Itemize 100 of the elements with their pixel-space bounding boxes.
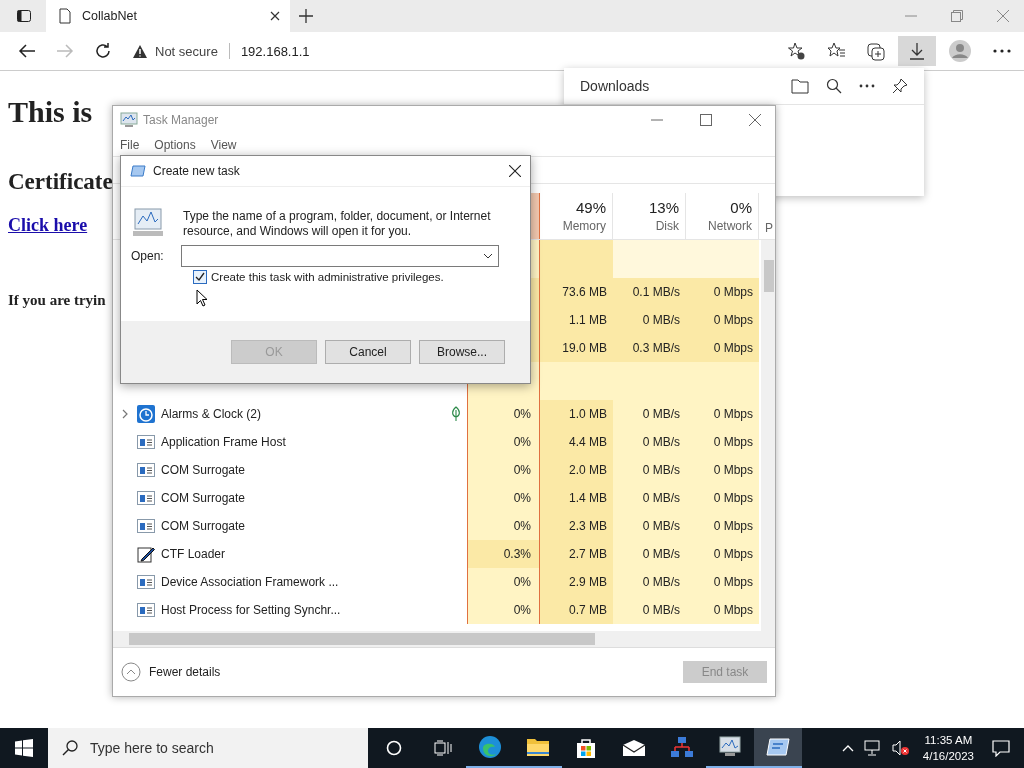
expand-chevron-icon[interactable]: [121, 409, 129, 419]
process-name: Application Frame Host: [161, 435, 287, 449]
process-name: Alarms & Clock (2): [161, 407, 262, 421]
memory-cell: 2.7 MB: [540, 540, 613, 568]
tab-actions-icon[interactable]: [16, 8, 32, 24]
process-name: Host Process for Setting Synchr...: [161, 603, 342, 617]
restore-icon[interactable]: [951, 10, 963, 22]
search-icon[interactable]: [826, 78, 842, 94]
folder-icon: [526, 737, 550, 757]
network-cell: 0 Mbps: [686, 540, 759, 568]
fewer-details-button[interactable]: Fewer details: [121, 662, 221, 682]
run-icon: [766, 738, 790, 756]
network-icon: [670, 736, 694, 760]
admin-checkbox[interactable]: [193, 270, 207, 284]
click-here-link[interactable]: Click here: [8, 215, 88, 236]
taskbar-app[interactable]: [754, 728, 802, 768]
memory-cell: 4.4 MB: [540, 428, 613, 456]
process-name: Device Association Framework ...: [161, 575, 340, 589]
cpu-cell: 0.3%: [467, 540, 540, 568]
browser-logo-icon: [478, 735, 502, 759]
dropdown-caret-icon[interactable]: [483, 253, 493, 259]
cortana-icon[interactable]: [386, 740, 402, 756]
collections-icon[interactable]: [866, 41, 886, 61]
monitor-chart-icon: [120, 112, 138, 128]
memory-cell: 1.1 MB: [540, 306, 613, 334]
dialog-button[interactable]: Browse...: [419, 340, 505, 364]
column-header[interactable]: P: [759, 193, 773, 239]
open-label: Open:: [131, 249, 165, 263]
horizontal-scrollbar[interactable]: [113, 631, 775, 647]
back-icon[interactable]: [18, 43, 36, 59]
network-icon[interactable]: [863, 740, 882, 756]
volume-muted-icon[interactable]: [891, 740, 910, 756]
process-name: CTF Loader: [161, 547, 227, 561]
task-view-icon[interactable]: [434, 740, 452, 756]
shopping-bag-icon: [575, 737, 597, 759]
network-cell: 0 Mbps: [686, 334, 759, 362]
disk-cell: 0 MB/s: [613, 540, 686, 568]
mouse-pointer-icon: [196, 289, 208, 307]
cpu-cell: 0%: [467, 428, 540, 456]
memory-cell: 2.3 MB: [540, 512, 613, 540]
star-add-icon[interactable]: [786, 41, 806, 61]
chevron-up-icon[interactable]: [841, 744, 854, 752]
dialog-title: Create new task: [153, 164, 240, 178]
column-header[interactable]: 49% Memory: [540, 193, 613, 239]
computer-chart-icon: [131, 205, 165, 239]
network-cell: 0 Mbps: [686, 278, 759, 306]
window-title: Task Manager: [143, 113, 219, 127]
app-window-icon: [137, 574, 155, 590]
page-text: If you are tryin: [8, 292, 106, 309]
taskbar-search-field[interactable]: Type here to search: [48, 728, 368, 768]
memory-cell: 1.4 MB: [540, 484, 613, 512]
warning-icon: [132, 43, 148, 59]
page-subheading: Certificate: [8, 169, 113, 195]
clock-time[interactable]: 11:35 AM: [924, 732, 973, 748]
refresh-icon[interactable]: [94, 42, 112, 60]
network-cell: 0 Mbps: [686, 512, 759, 540]
monitor-chart-icon: [718, 736, 742, 758]
disk-cell: 0 MB/s: [613, 428, 686, 456]
open-combo-field[interactable]: [181, 245, 499, 267]
pin-icon[interactable]: [892, 78, 908, 94]
close-icon[interactable]: [270, 11, 280, 21]
memory-cell: 19.0 MB: [540, 334, 613, 362]
memory-cell: 1.0 MB: [540, 400, 613, 428]
disk-cell: 0 MB/s: [613, 400, 686, 428]
more-icon[interactable]: [992, 48, 1012, 54]
memory-cell: 2.0 MB: [540, 456, 613, 484]
dialog-button[interactable]: Cancel: [325, 340, 411, 364]
app-window-icon: [137, 462, 155, 478]
security-label[interactable]: Not secure: [155, 43, 218, 59]
dialog-description: Type the name of a program, folder, document, or Internet resource, and Windows will open it for you.: [183, 209, 492, 239]
url-text[interactable]: 192.168.1.1: [240, 43, 310, 59]
admin-checkbox-label[interactable]: Create this task with administrative privileges.: [211, 271, 444, 283]
search-icon: [62, 740, 78, 756]
vertical-scrollbar[interactable]: [761, 240, 775, 631]
profile-icon[interactable]: [948, 39, 972, 63]
new-tab-icon[interactable]: [298, 8, 314, 24]
cpu-cell: 0%: [467, 568, 540, 596]
menu-item[interactable]: View: [210, 138, 237, 152]
downloads-button[interactable]: [898, 36, 936, 66]
disk-cell: 0.1 MB/s: [613, 278, 686, 306]
run-icon: [130, 165, 146, 177]
cpu-cell: 0%: [467, 596, 540, 624]
app-window-icon: [137, 490, 155, 506]
menu-item[interactable]: File: [120, 138, 140, 152]
downloads-title: Downloads: [580, 78, 650, 94]
more-icon[interactable]: [859, 84, 875, 88]
disk-cell: 0 MB/s: [613, 568, 686, 596]
disk-cell: 0.3 MB/s: [613, 334, 686, 362]
notifications-icon[interactable]: [992, 739, 1010, 757]
maximize-icon[interactable]: [700, 114, 712, 126]
menu-item[interactable]: Options: [154, 138, 196, 152]
start-icon[interactable]: [15, 739, 33, 757]
column-header[interactable]: 0% Network: [686, 193, 759, 239]
network-cell: 0 Mbps: [686, 568, 759, 596]
network-cell: 0 Mbps: [686, 596, 759, 624]
clock-date[interactable]: 4/16/2023: [922, 748, 974, 764]
browser-tab[interactable]: CollabNet: [46, 0, 290, 32]
column-header[interactable]: 13% Disk: [613, 193, 686, 239]
folder-icon[interactable]: [791, 78, 809, 94]
close-icon[interactable]: [509, 165, 521, 177]
